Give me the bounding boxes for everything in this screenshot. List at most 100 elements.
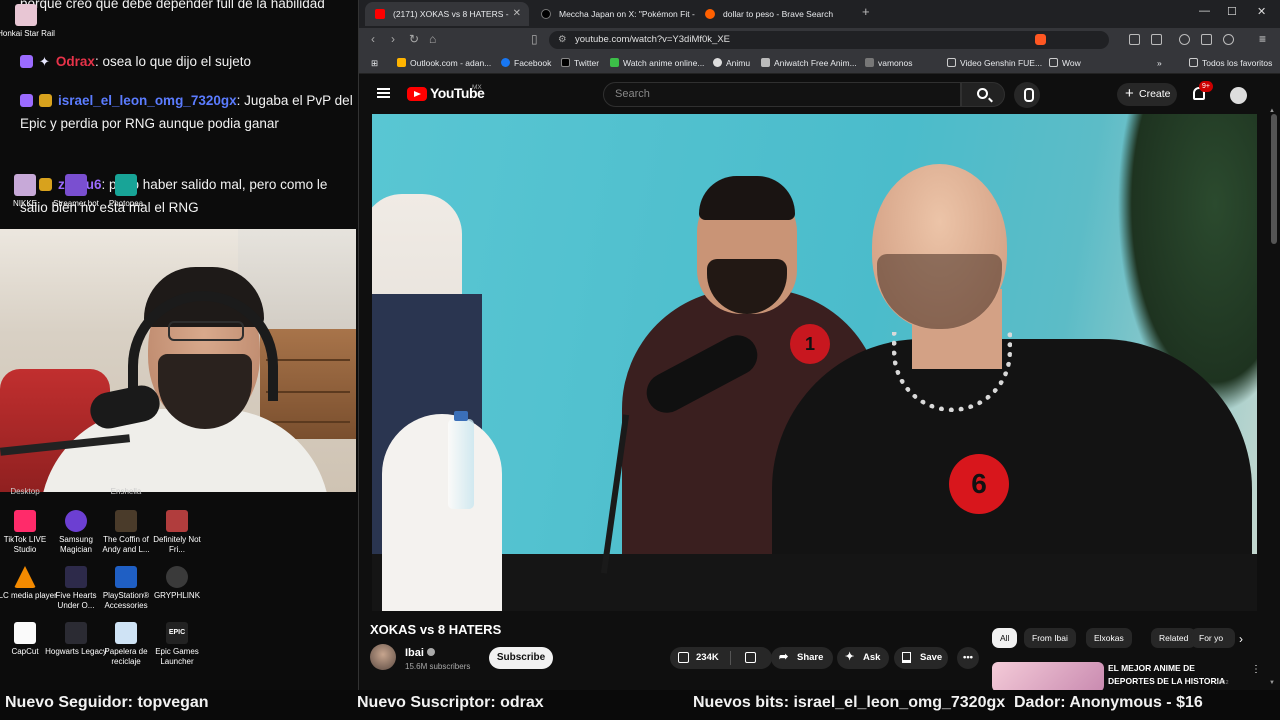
maximize-icon[interactable]: ☐: [1227, 5, 1237, 18]
youtube-logo-icon[interactable]: [407, 87, 427, 101]
tiktok-icon: [14, 510, 36, 532]
video-player[interactable]: 1 6: [372, 114, 1257, 611]
menu-icon[interactable]: ≡: [1259, 32, 1266, 46]
leo-ai-icon[interactable]: [1223, 34, 1234, 45]
chip-related[interactable]: Related: [1151, 628, 1197, 648]
chip-for-you[interactable]: For yo: [1191, 628, 1235, 648]
desktop-icon-label: GRYPHLINK: [153, 591, 201, 600]
gryphlink-icon: [166, 566, 188, 588]
desktop-icon-label: Enshella: [110, 487, 142, 496]
desktop-icon[interactable]: Honkai Star Rail: [0, 4, 58, 39]
bookmark-folder-genshin[interactable]: Video Genshin FUE...: [947, 52, 1042, 74]
scrollbar-thumb[interactable]: [1271, 114, 1277, 244]
video-water-bottle: [448, 411, 474, 509]
x-favicon-icon: [541, 9, 551, 19]
chip-all[interactable]: All: [992, 628, 1018, 648]
stream-overlay-panel: porque creo que debe depender full de la…: [0, 0, 358, 690]
bookmark-vamonos[interactable]: vamonos: [865, 52, 913, 74]
tab-youtube[interactable]: (2171) XOKAS vs 8 HATERS - ✕: [365, 2, 529, 26]
forward-icon[interactable]: ›: [391, 32, 395, 46]
more-actions-button[interactable]: •••: [957, 647, 979, 669]
minimize-icon[interactable]: —: [1199, 5, 1210, 17]
bits-badge-icon: [39, 94, 52, 107]
browser-window: (2171) XOKAS vs 8 HATERS - ✕ Meccha Japa…: [358, 0, 1280, 690]
bookmark-outlook[interactable]: Outlook.com - adan...: [397, 52, 491, 74]
like-button[interactable]: 234K: [670, 647, 730, 669]
share-button[interactable]: ➦ Share: [771, 647, 833, 669]
chevron-right-icon[interactable]: »: [1157, 52, 1162, 74]
bookmark-twitter[interactable]: Twitter: [561, 52, 599, 74]
channel-name[interactable]: Ibai: [405, 647, 435, 659]
game-icon: [166, 510, 188, 532]
bookmark-animu[interactable]: Animu: [713, 52, 750, 74]
number-badge: 1: [790, 324, 830, 364]
outlook-icon: [397, 58, 406, 67]
region-code: MX: [472, 84, 482, 91]
streamer-bot-icon: [65, 174, 87, 196]
close-window-icon[interactable]: ✕: [1257, 5, 1266, 18]
desktop-icon-definitely-not-fried[interactable]: Definitely Not Fri...: [145, 510, 209, 555]
subscribe-button[interactable]: Subscribe: [489, 647, 553, 669]
back-icon[interactable]: ‹: [371, 32, 375, 46]
chip-from-ibai[interactable]: From Ibai: [1024, 628, 1076, 648]
hamburger-menu-icon[interactable]: [377, 88, 390, 98]
all-bookmarks-folder[interactable]: Todos los favoritos: [1189, 52, 1272, 74]
sidebar-icon[interactable]: [1201, 34, 1212, 45]
capcut-icon: [14, 622, 36, 644]
save-button[interactable]: Save: [894, 647, 948, 669]
bookmark-label: Todos los favoritos: [1202, 58, 1273, 68]
account-avatar[interactable]: [1230, 87, 1247, 104]
youtube-header: YouTube MX Search Create 9+: [359, 74, 1280, 114]
recommended-thumbnail[interactable]: [992, 662, 1104, 690]
chat-username[interactable]: israel_el_leon_omg_7320gx: [58, 93, 237, 108]
verified-icon: [426, 648, 435, 656]
search-button[interactable]: [961, 82, 1005, 107]
chip-elxokas[interactable]: Elxokas: [1086, 628, 1132, 648]
share-label: Share: [797, 652, 824, 663]
ask-button[interactable]: ✦ Ask: [837, 647, 889, 669]
reload-icon[interactable]: ↻: [409, 32, 419, 46]
screen: porque creo que debe depender full de la…: [0, 0, 1280, 720]
playstation-icon: [115, 566, 137, 588]
more-vert-icon[interactable]: ⋮: [1251, 664, 1261, 675]
brave-shields-icon[interactable]: [1035, 34, 1046, 45]
folder-icon: [947, 58, 956, 67]
chevron-right-icon[interactable]: ›: [1239, 632, 1243, 646]
tab-x[interactable]: Meccha Japan on X: "Pokémon Fit - F: [531, 2, 695, 26]
dislike-button[interactable]: [731, 647, 771, 669]
url-input[interactable]: ⚙ youtube.com/watch?v=Y3diMf0k_XE: [549, 31, 1109, 49]
channel-name-text: Ibai: [405, 647, 424, 659]
home-icon[interactable]: ⌂: [429, 32, 436, 46]
desktop-icon-epic-games[interactable]: EPIC Epic Games Launcher: [145, 622, 209, 667]
desktop-icon[interactable]: Photopea: [94, 174, 158, 209]
bookmark-facebook[interactable]: Facebook: [501, 52, 551, 74]
vamonos-icon: [865, 58, 874, 67]
bookmark-label: Facebook: [514, 58, 552, 68]
scroll-down-arrow-icon[interactable]: ▼: [1269, 680, 1275, 686]
desktop-icon-gryphlink[interactable]: GRYPHLINK: [145, 566, 209, 601]
ticker-donation: Dador: Anonymous - $16: [1010, 694, 1203, 712]
apps-grid-icon[interactable]: ⊞: [371, 52, 378, 74]
channel-avatar[interactable]: [370, 644, 396, 670]
site-info-icon[interactable]: ⚙: [558, 31, 567, 49]
close-tab-icon[interactable]: ✕: [513, 2, 521, 26]
tab-brave-search[interactable]: dollar to peso - Brave Search: [695, 2, 859, 26]
search-input[interactable]: Search: [603, 82, 961, 107]
wallet-icon[interactable]: [1151, 34, 1162, 45]
subscriber-badge-icon: [20, 94, 33, 107]
music-icon[interactable]: [1179, 34, 1190, 45]
bookmark-watch-anime[interactable]: Watch anime online...: [610, 52, 704, 74]
new-tab-button[interactable]: +: [862, 4, 870, 19]
chat-username[interactable]: Odrax: [56, 54, 95, 69]
ask-label: Ask: [863, 652, 881, 663]
voice-search-button[interactable]: [1014, 82, 1040, 108]
brave-search-favicon-icon: [705, 9, 715, 19]
extensions-icon[interactable]: [1129, 34, 1140, 45]
like-count: 234K: [696, 652, 719, 663]
thumbs-up-icon: [678, 652, 689, 663]
bookmark-page-icon[interactable]: ▯: [531, 32, 538, 46]
bookmark-aniwatch[interactable]: Aniwatch Free Anim...: [761, 52, 857, 74]
bookmark-folder-wow[interactable]: Wow: [1049, 52, 1081, 74]
create-button[interactable]: Create: [1117, 82, 1177, 106]
video-title: XOKAS vs 8 HATERS: [370, 622, 502, 637]
